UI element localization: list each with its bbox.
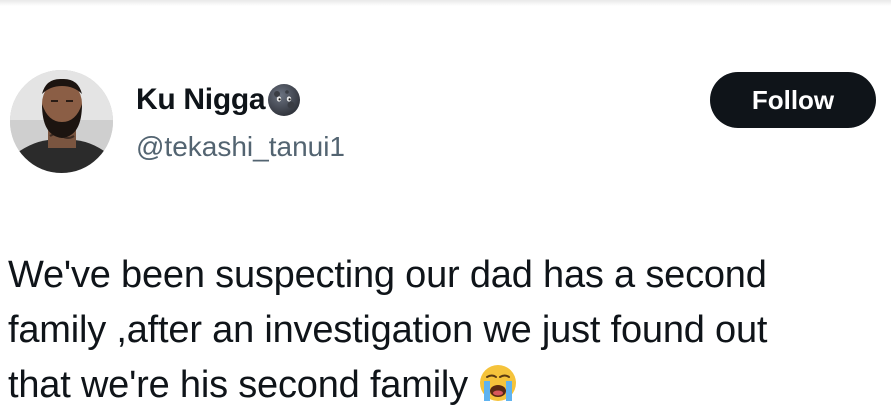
tweet-text: We've been suspecting our dad has a seco… — [8, 248, 888, 413]
author-name-row: Ku Nigga — [136, 80, 301, 120]
author-display-name[interactable]: Ku Nigga — [136, 83, 266, 117]
top-divider — [0, 0, 891, 6]
tweet-text-line: that we're his second family — [8, 364, 468, 406]
loudly-crying-face-icon — [478, 363, 518, 403]
tweet-text-line-last: that we're his second family — [8, 358, 888, 413]
author-handle[interactable]: @tekashi_tanui1 — [136, 131, 345, 163]
follow-button[interactable]: Follow — [710, 72, 876, 128]
tweet-text-line: family ,after an investigation we just f… — [8, 309, 768, 351]
avatar-photo — [10, 70, 113, 173]
new-moon-face-icon — [267, 83, 301, 117]
tweet-text-line: We've been suspecting our dad has a seco… — [8, 254, 767, 296]
avatar[interactable] — [10, 70, 113, 173]
